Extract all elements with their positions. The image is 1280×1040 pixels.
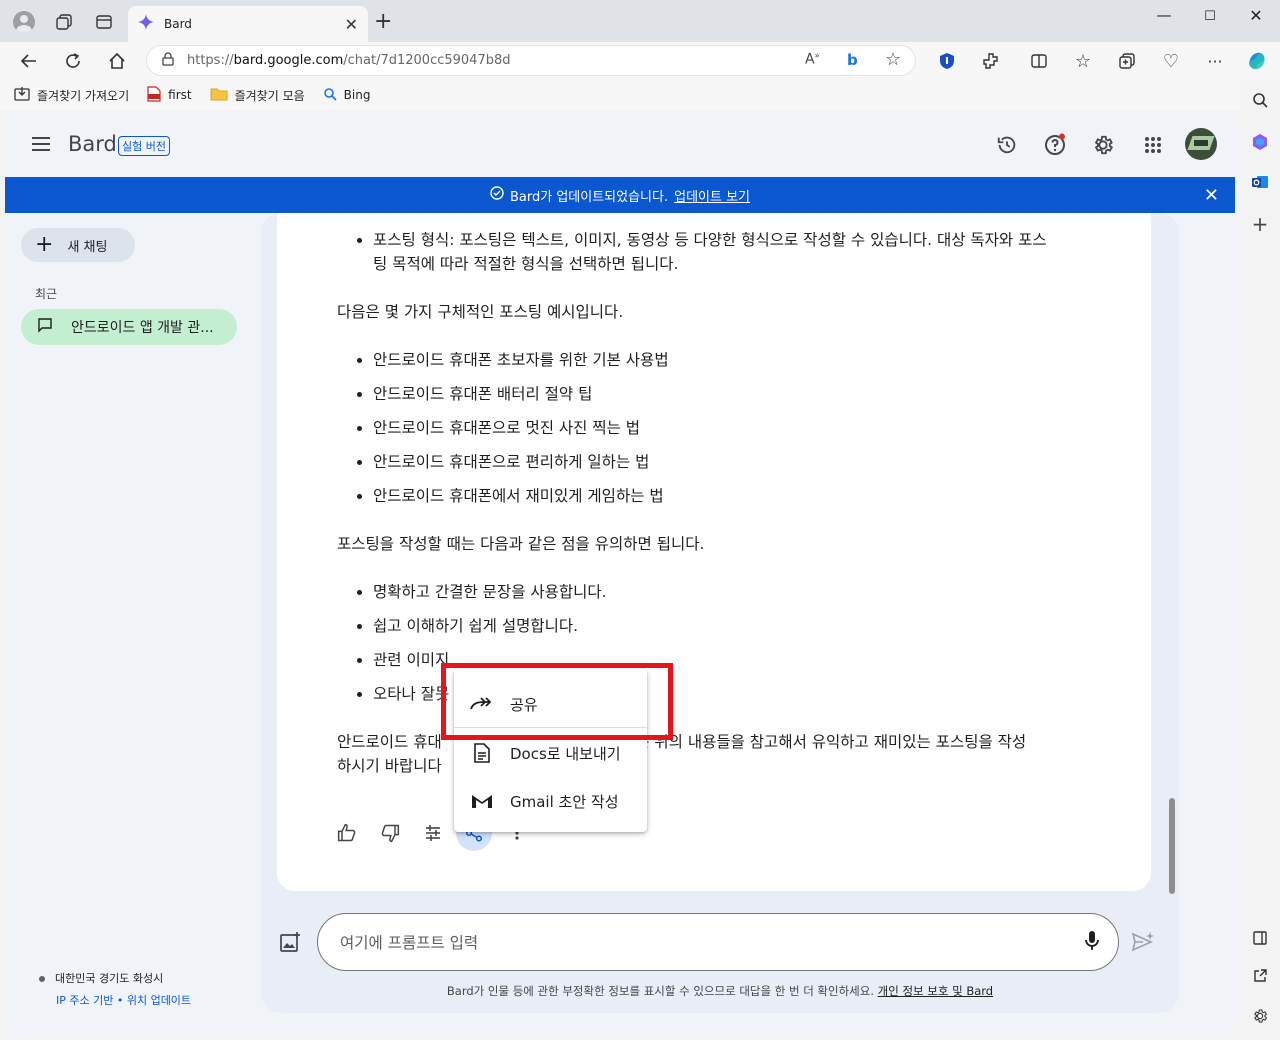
folder-icon <box>210 87 228 104</box>
menu-divider <box>454 727 647 728</box>
shield-extension-icon[interactable] <box>934 49 960 73</box>
add-image-icon[interactable] <box>279 931 301 957</box>
back-icon[interactable] <box>16 49 42 73</box>
bing-icon[interactable]: b <box>847 51 858 69</box>
list-item: 쉽고 이해하기 쉽게 설명합니다. <box>357 614 1118 638</box>
favorites-list-icon[interactable]: ☆ <box>1070 49 1096 73</box>
refresh-icon[interactable] <box>60 49 86 73</box>
home-icon[interactable] <box>104 49 130 73</box>
tab-bar: Bard ✕ + — ☐ ✕ <box>0 0 1280 42</box>
apps-grid-icon[interactable] <box>1140 132 1166 158</box>
favorite-import[interactable]: 즐겨찾기 가져오기 <box>14 86 129 105</box>
update-banner: Bard가 업데이트되었습니다. 업데이트 보기 ✕ <box>5 177 1235 213</box>
hamburger-menu-icon[interactable] <box>31 136 51 156</box>
modify-response-icon[interactable] <box>415 815 451 851</box>
plus-icon: + <box>35 232 54 257</box>
copilot-icon[interactable] <box>1244 49 1270 73</box>
thumbs-up-icon[interactable] <box>329 815 365 851</box>
beta-badge: 실험 버전 <box>118 136 170 156</box>
gmail-icon <box>470 789 494 813</box>
sidebar-search-icon[interactable] <box>1248 88 1272 112</box>
favorite-first[interactable]: first <box>147 85 192 105</box>
list-item: 안드로이드 휴대폰으로 멋진 사진 찍는 법 <box>357 416 1118 440</box>
profile-icon[interactable] <box>12 10 36 34</box>
favorite-bing[interactable]: Bing <box>323 87 370 104</box>
list-item: 안드로이드 휴대폰 배터리 절약 팁 <box>357 382 1118 406</box>
list-item: 안드로이드 휴대폰에서 재미있게 게임하는 법 <box>357 484 1118 508</box>
view-update-link[interactable]: 업데이트 보기 <box>674 186 750 205</box>
share-menu-item[interactable]: 공유 <box>454 680 647 728</box>
docs-icon <box>470 741 494 765</box>
list-item: 안드로이드 휴대폰으로 편리하게 일하는 법 <box>357 450 1118 474</box>
export-docs-menu-item[interactable]: Docs로 내보내기 <box>454 729 647 777</box>
send-icon[interactable] <box>1131 931 1155 957</box>
maximize-icon[interactable]: ☐ <box>1188 9 1232 24</box>
banner-message: Bard가 업데이트되었습니다. <box>509 189 669 205</box>
recent-chat-item[interactable]: 안드로이드 앱 개발 관... <box>21 309 237 345</box>
list-item: 명확하고 간결한 문장을 사용합니다. <box>357 580 1118 604</box>
outlook-icon[interactable] <box>1248 170 1272 194</box>
settings-gear-icon[interactable] <box>1090 132 1116 158</box>
url-text: https://bard.google.com/chat/7d1200cc590… <box>187 53 511 68</box>
more-options-icon[interactable]: ··· <box>1202 49 1228 73</box>
microphone-icon[interactable] <box>1084 930 1100 956</box>
add-sidebar-app-icon[interactable]: + <box>1248 212 1272 236</box>
edge-sidebar: + <box>1240 80 1280 1040</box>
share-arrow-icon <box>470 692 494 716</box>
tab-bard[interactable]: Bard ✕ <box>128 6 368 42</box>
hide-sidebar-icon[interactable] <box>1248 926 1272 950</box>
navigation-bar: https://bard.google.com/chat/7d1200cc590… <box>0 42 1280 80</box>
response-card: 포스팅 형식: 포스팅은 텍스트, 이미지, 동영상 등 다양한 형식으로 작성… <box>277 213 1151 891</box>
new-tab-icon[interactable]: + <box>374 11 392 33</box>
sidebar-settings-icon[interactable] <box>1248 1004 1272 1028</box>
minimize-icon[interactable]: — <box>1142 6 1186 24</box>
import-icon <box>14 86 30 105</box>
open-external-icon[interactable] <box>1248 964 1272 988</box>
paragraph: 다음은 몇 가지 구체적인 포스팅 예시입니다. <box>337 303 624 321</box>
paragraph: 포스팅을 작성할 때는 다음과 같은 점을 유의하면 됩니다. <box>337 535 705 553</box>
new-chat-button[interactable]: + 새 채팅 <box>21 228 135 262</box>
history-icon[interactable] <box>994 132 1020 158</box>
sidebar-copilot-icon[interactable] <box>1248 130 1272 154</box>
address-bar[interactable]: https://bard.google.com/chat/7d1200cc590… <box>146 45 916 76</box>
extensions-icon[interactable] <box>978 49 1004 73</box>
read-aloud-icon[interactable]: A» <box>805 51 819 68</box>
help-icon[interactable] <box>1042 132 1068 158</box>
favorites-bar: 즐겨찾기 가져오기 first 즐겨찾기 모음 Bing <box>0 80 1240 110</box>
close-banner-icon[interactable]: ✕ <box>1204 185 1219 206</box>
search-icon <box>323 87 337 104</box>
favorite-star-icon[interactable]: ☆ <box>885 49 901 70</box>
recent-label: 최근 <box>35 287 58 301</box>
privacy-link[interactable]: 개인 정보 보호 및 Bard <box>878 984 993 998</box>
gmail-draft-menu-item[interactable]: Gmail 초안 작성 <box>454 777 647 825</box>
tab-title: Bard <box>164 17 192 31</box>
chat-column: 포스팅 형식: 포스팅은 텍스트, 이미지, 동영상 등 다양한 형식으로 작성… <box>261 213 1179 1013</box>
location-text: 대한민국 경기도 화성시 <box>39 970 163 986</box>
browser-essentials-icon[interactable]: ♡ <box>1158 49 1184 73</box>
account-avatar[interactable] <box>1185 128 1217 160</box>
close-window-icon[interactable]: ✕ <box>1234 6 1278 25</box>
split-screen-icon[interactable] <box>1026 49 1052 73</box>
workspaces-icon[interactable] <box>52 10 76 34</box>
close-tab-icon[interactable]: ✕ <box>345 15 358 34</box>
prompt-input[interactable]: 여기에 프롬프트 입력 <box>317 913 1119 971</box>
disclaimer: Bard가 인물 등에 관한 부정확한 정보를 표시할 수 있으므로 대답을 한… <box>446 984 994 998</box>
lock-icon[interactable] <box>161 51 175 70</box>
thumbs-down-icon[interactable] <box>372 815 408 851</box>
list-item: 안드로이드 휴대폰 초보자를 위한 기본 사용법 <box>357 348 1118 372</box>
tab-actions-icon[interactable] <box>92 10 116 34</box>
collections-icon[interactable] <box>1114 49 1140 73</box>
app-title: Bard <box>68 132 117 156</box>
list-item: 포스팅 형식: 포스팅은 텍스트, 이미지, 동영상 등 다양한 형식으로 작성… <box>357 228 1118 276</box>
scrollbar[interactable] <box>1169 798 1175 894</box>
pdf-icon <box>147 85 161 105</box>
share-menu: 공유 Docs로 내보내기 Gmail 초안 작성 <box>454 669 647 832</box>
bard-sparkle-icon <box>138 14 154 34</box>
check-badge-icon <box>490 186 504 204</box>
location-update-link[interactable]: IP 주소 기반 • 위치 업데이트 <box>56 992 191 1008</box>
chat-bubble-icon <box>37 317 53 337</box>
bard-page: Bard 실험 버전 Bard가 업데이트되었습니다. 업데이트 보기 ✕ + … <box>5 112 1235 1036</box>
favorite-folder[interactable]: 즐겨찾기 모음 <box>210 87 305 104</box>
bard-header: Bard 실험 버전 <box>5 112 1235 177</box>
